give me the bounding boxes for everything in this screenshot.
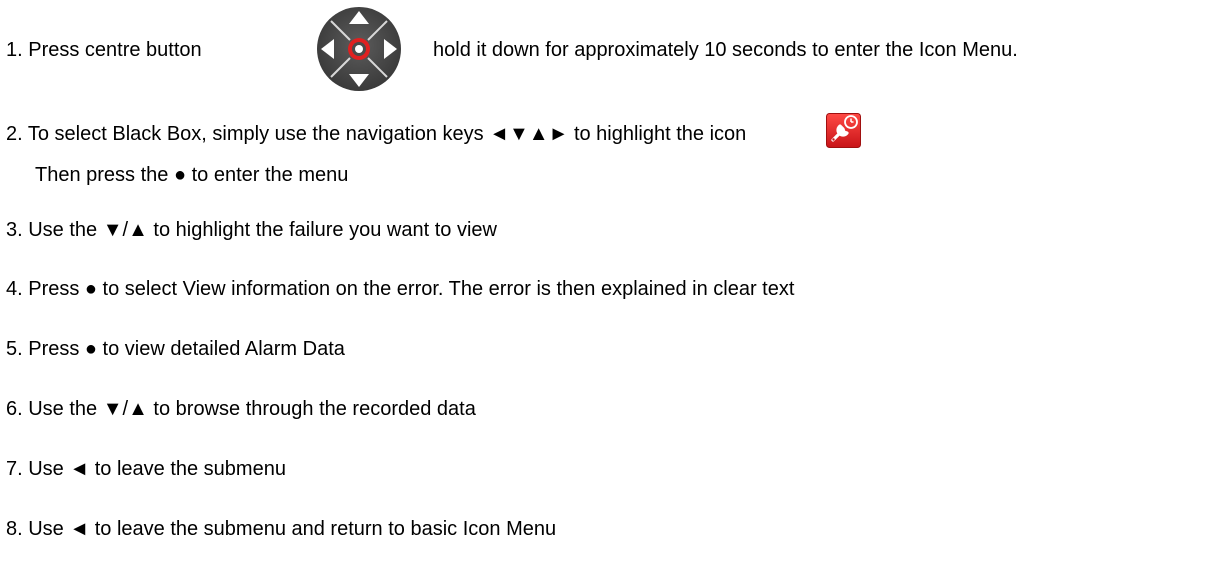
black-box-tool-icon: [826, 113, 861, 148]
step-2-continuation: Then press the ● to enter the menu: [35, 163, 348, 187]
step-5-text: 5. Press ● to view detailed Alarm Data: [6, 338, 345, 360]
step-3-text: 3. Use the ▼/▲ to highlight the failure …: [6, 219, 497, 241]
step-1-text-after-icon: hold it down for approximately 10 second…: [433, 39, 1018, 61]
step-7-text: 7. Use ◄ to leave the submenu: [6, 458, 286, 480]
step-2: 2. To select Black Box, simply use the n…: [6, 122, 746, 146]
step-2-continuation-text: Then press the ● to enter the menu: [35, 164, 349, 186]
step-8-text: 8. Use ◄ to leave the submenu and return…: [6, 518, 557, 540]
step-2-text: 2. To select Black Box, simply use the n…: [6, 123, 747, 145]
step-6-text: 6. Use the ▼/▲ to browse through the rec…: [6, 398, 476, 420]
step-5: 5. Press ● to view detailed Alarm Data: [6, 337, 345, 361]
step-3: 3. Use the ▼/▲ to highlight the failure …: [6, 218, 497, 242]
step-8: 8. Use ◄ to leave the submenu and return…: [6, 517, 556, 541]
step-1-text: 1. Press centre button: [6, 39, 202, 61]
navigation-pad-icon: [316, 6, 402, 92]
step-4-text: 4. Press ● to select View information on…: [6, 278, 795, 300]
step-1: 1. Press centre button: [6, 38, 202, 62]
step-7: 7. Use ◄ to leave the submenu: [6, 457, 286, 481]
step-6: 6. Use the ▼/▲ to browse through the rec…: [6, 397, 476, 421]
step-1-continued: hold it down for approximately 10 second…: [433, 38, 1018, 62]
step-4: 4. Press ● to select View information on…: [6, 277, 794, 301]
